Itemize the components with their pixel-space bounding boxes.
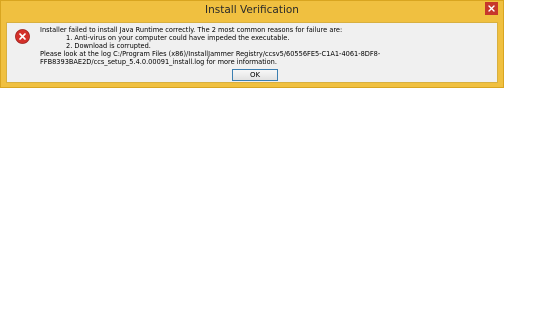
dialog-window: Install Verification Installer failed to… [0, 0, 504, 88]
reason-item: 1. Anti-virus on your computer could hav… [66, 34, 290, 42]
window-title: Install Verification [205, 4, 299, 16]
close-button[interactable] [485, 2, 498, 15]
message-intro: Installer failed to install Java Runtime… [40, 26, 343, 34]
title-bar[interactable]: Install Verification [1, 1, 503, 21]
ok-button[interactable]: OK [232, 69, 278, 81]
reason-item: 2. Download is corrupted. [66, 42, 151, 50]
error-message: Installer failed to install Java Runtime… [40, 26, 495, 66]
error-icon [15, 29, 30, 44]
close-icon [485, 2, 498, 15]
dialog-body: Installer failed to install Java Runtime… [6, 22, 498, 83]
message-log-path: Please look at the log C:/Program Files … [40, 50, 381, 66]
